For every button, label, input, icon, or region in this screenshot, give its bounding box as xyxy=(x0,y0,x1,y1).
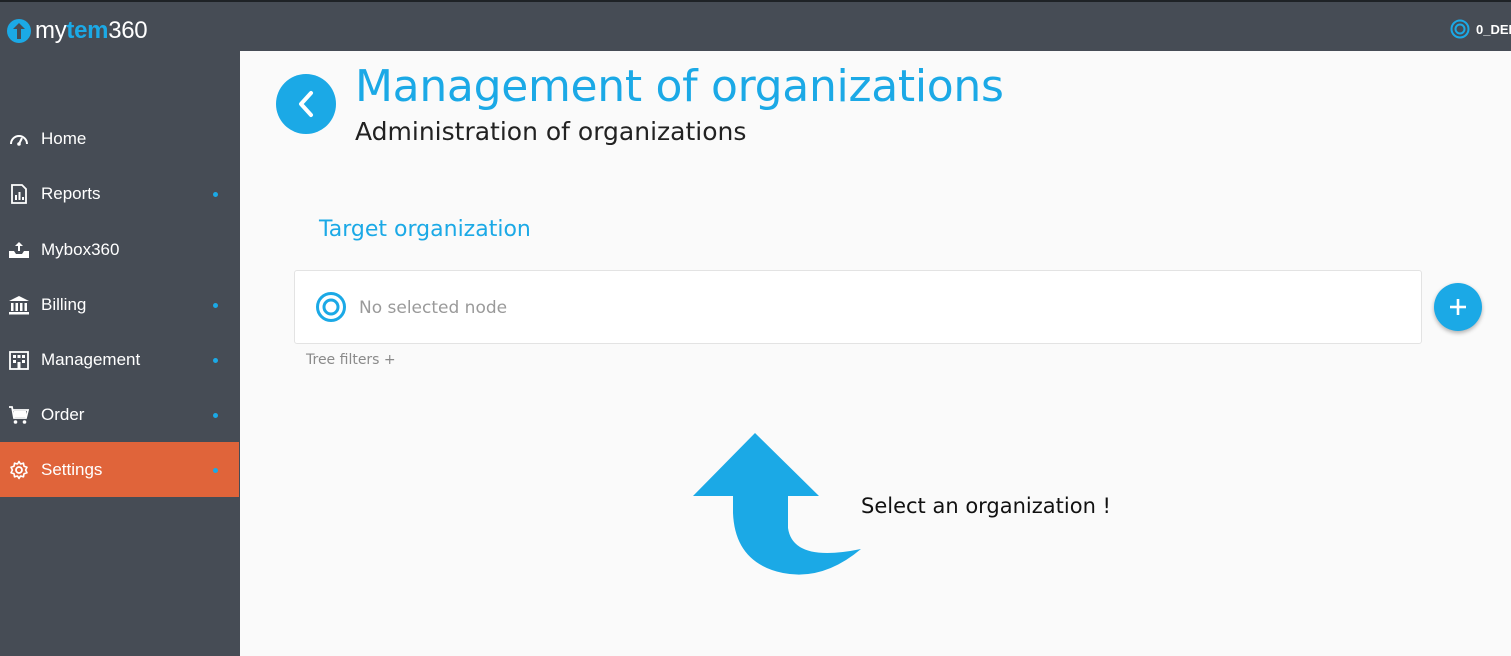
sidebar-item-billing[interactable]: Billing xyxy=(0,277,239,332)
chevron-left-icon xyxy=(299,91,313,117)
sidebar-item-label: Reports xyxy=(41,183,101,203)
top-bar: mytem360 0_DEMO xyxy=(0,0,1511,51)
cart-icon xyxy=(8,404,30,426)
gauge-icon xyxy=(8,128,30,150)
page-title: Management of organizations xyxy=(355,61,1004,112)
sidebar-item-home[interactable]: Home xyxy=(0,111,239,166)
target-node-icon xyxy=(316,292,346,322)
sidebar-item-label: Settings xyxy=(41,459,103,479)
user-menu[interactable]: 0_DEMO xyxy=(1450,19,1511,39)
section-title: Target organization xyxy=(319,217,531,242)
report-icon xyxy=(8,183,30,205)
logo-icon xyxy=(7,19,31,43)
submenu-dot xyxy=(213,192,218,197)
sidebar-item-management[interactable]: Management xyxy=(0,332,239,387)
user-target-icon xyxy=(1450,19,1470,39)
node-placeholder: No selected node xyxy=(359,298,508,318)
empty-state-message: Select an organization ! xyxy=(861,494,1111,518)
plus-icon xyxy=(1450,299,1466,315)
main-content: Management of organizations Administrati… xyxy=(240,51,1511,656)
add-button[interactable] xyxy=(1434,283,1482,331)
submenu-dot xyxy=(213,468,218,473)
building-icon xyxy=(8,349,30,371)
submenu-dot xyxy=(213,413,218,418)
sidebar: Home Reports Mybox360 Billing Management… xyxy=(0,51,240,656)
logo-text: mytem360 xyxy=(35,17,148,44)
gear-icon xyxy=(8,459,30,481)
curved-arrow-up-icon xyxy=(693,433,861,575)
submenu-dot xyxy=(213,358,218,363)
node-selector[interactable]: No selected node xyxy=(294,270,1422,344)
user-name: 0_DEMO xyxy=(1476,21,1511,37)
sidebar-item-label: Management xyxy=(41,349,141,369)
sidebar-item-settings[interactable]: Settings xyxy=(0,442,239,497)
sidebar-item-mybox360[interactable]: Mybox360 xyxy=(0,222,239,277)
bank-icon xyxy=(8,294,30,316)
app-logo[interactable]: mytem360 xyxy=(6,16,148,46)
sidebar-item-order[interactable]: Order xyxy=(0,387,239,442)
page-subtitle: Administration of organizations xyxy=(355,117,747,146)
sidebar-item-label: Order xyxy=(41,404,85,424)
inbox-upload-icon xyxy=(8,239,30,261)
sidebar-item-label: Mybox360 xyxy=(41,239,120,259)
tree-filters-toggle[interactable]: Tree filters + xyxy=(306,352,396,368)
back-button[interactable] xyxy=(276,74,336,134)
submenu-dot xyxy=(213,303,218,308)
sidebar-item-reports[interactable]: Reports xyxy=(0,166,239,221)
sidebar-item-label: Billing xyxy=(41,294,87,314)
sidebar-item-label: Home xyxy=(41,128,87,148)
